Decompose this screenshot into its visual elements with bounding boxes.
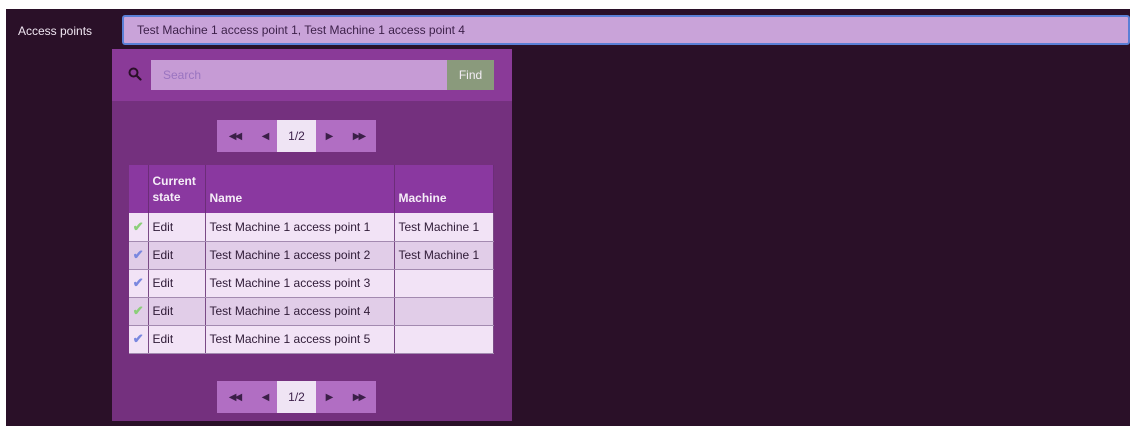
edit-link[interactable]: Edit xyxy=(148,269,206,298)
checkmark-icon: ✔ xyxy=(132,218,144,234)
next-page-button[interactable]: ▶ xyxy=(316,381,341,413)
machine-cell xyxy=(394,269,494,298)
edit-link[interactable]: Edit xyxy=(148,213,206,242)
prev-page-button[interactable]: ◀ xyxy=(252,381,277,413)
edit-link[interactable]: Edit xyxy=(148,325,206,354)
row-selection-cell[interactable]: ✔ xyxy=(129,269,149,298)
access-points-dropdown: Find ◀◀ ◀ 1/2 ▶ ▶▶ Current state Name Ma… xyxy=(112,49,512,421)
name-header[interactable]: Name xyxy=(205,165,395,213)
current-state-header[interactable]: Current state xyxy=(148,165,206,213)
table-row[interactable]: ✔ Edit Test Machine 1 access point 3 xyxy=(129,269,494,298)
search-bar: Find xyxy=(112,49,512,101)
table-header-row: Current state Name Machine xyxy=(129,165,494,213)
first-page-button[interactable]: ◀◀ xyxy=(217,381,252,413)
form-panel: Access points Test Machine 1 access poin… xyxy=(6,9,1130,426)
last-page-button[interactable]: ▶▶ xyxy=(341,120,376,152)
last-page-button[interactable]: ▶▶ xyxy=(341,381,376,413)
edit-link[interactable]: Edit xyxy=(148,297,206,326)
page-indicator: 1/2 xyxy=(277,120,316,152)
find-button[interactable]: Find xyxy=(447,60,494,90)
checkmark-icon: ✔ xyxy=(132,303,144,318)
pager-bottom: ◀◀ ◀ 1/2 ▶ ▶▶ xyxy=(217,381,376,413)
current-state-header-line2: state xyxy=(152,190,181,204)
table-row[interactable]: ✔ Edit Test Machine 1 access point 1 Test M… xyxy=(129,213,494,242)
row-selection-cell[interactable]: ✔ xyxy=(129,241,149,270)
next-page-button[interactable]: ▶ xyxy=(316,120,341,152)
select-column-header xyxy=(129,165,149,213)
row-selection-cell[interactable]: ✔ xyxy=(129,325,149,354)
machine-cell xyxy=(394,325,494,354)
first-page-button[interactable]: ◀◀ xyxy=(217,120,252,152)
access-points-select[interactable]: Test Machine 1 access point 1, Test Mach… xyxy=(122,15,1130,45)
checkmark-icon: ✔ xyxy=(132,247,144,262)
pager-top: ◀◀ ◀ 1/2 ▶ ▶▶ xyxy=(217,120,376,152)
access-points-label: Access points xyxy=(18,24,93,38)
current-state-header-line1: Current xyxy=(152,174,196,188)
edit-link[interactable]: Edit xyxy=(148,241,206,270)
table-row[interactable]: ✔ Edit Test Machine 1 access point 2 Test M… xyxy=(129,241,494,270)
name-cell: Test Machine 1 access point 2 xyxy=(205,241,395,270)
name-cell: Test Machine 1 access point 5 xyxy=(205,325,395,354)
table-row[interactable]: ✔ Edit Test Machine 1 access point 4 xyxy=(129,297,494,326)
checkmark-icon: ✔ xyxy=(132,275,144,290)
access-points-table: Current state Name Machine ✔ Edit Test Mac… xyxy=(129,165,494,354)
table-row[interactable]: ✔ Edit Test Machine 1 access point 5 xyxy=(129,325,494,354)
machine-cell: Test Machine 1 xyxy=(394,213,494,242)
row-selection-cell[interactable]: ✔ xyxy=(129,297,149,326)
name-cell: Test Machine 1 access point 1 xyxy=(205,213,395,242)
machine-cell xyxy=(394,297,494,326)
name-cell: Test Machine 1 access point 4 xyxy=(205,297,395,326)
page-indicator: 1/2 xyxy=(277,381,316,413)
machine-header[interactable]: Machine xyxy=(394,165,494,213)
checkmark-icon: ✔ xyxy=(132,331,144,346)
prev-page-button[interactable]: ◀ xyxy=(252,120,277,152)
name-cell: Test Machine 1 access point 3 xyxy=(205,269,395,298)
search-icon[interactable] xyxy=(128,67,142,81)
row-selection-cell[interactable]: ✔ xyxy=(129,213,149,242)
machine-cell: Test Machine 1 xyxy=(394,241,494,270)
search-input[interactable] xyxy=(151,60,449,90)
